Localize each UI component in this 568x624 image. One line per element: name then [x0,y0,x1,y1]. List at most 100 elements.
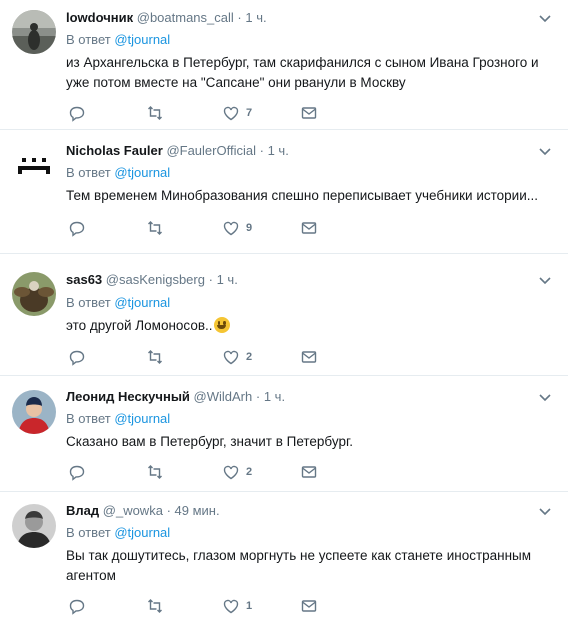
reply-to-link[interactable]: @tjournal [114,411,170,426]
timestamp[interactable]: 49 мин. [175,503,220,518]
reply-button[interactable] [68,462,86,482]
tweet[interactable]: sas63 @sasKenigsberg · 1 ч. В ответ @tjo… [0,254,568,376]
tweet-text: Сказано вам в Петербург, значит в Петерб… [66,434,354,449]
envelope-icon [301,222,317,234]
separator-dot: · [237,10,242,25]
reply-context: В ответ @tjournal [66,164,170,182]
retweet-button[interactable] [146,218,164,238]
heart-icon [223,599,239,614]
user-handle[interactable]: @FaulerOfficial [166,143,256,158]
tweet[interactable]: Леонид Нескучный @WildArh · 1 ч. В ответ… [0,376,568,492]
reply-button[interactable] [68,347,86,367]
separator-dot: · [259,143,264,158]
chevron-down-icon[interactable] [538,273,552,287]
like-button[interactable]: 2 [222,462,252,482]
user-name[interactable]: lowdочник [66,10,133,25]
grinning-face-emoji-icon [213,317,230,333]
timestamp[interactable]: 1 ч. [264,389,285,404]
avatar[interactable] [12,504,56,548]
user-handle[interactable]: @_wowka [103,503,163,518]
separator-dot: · [255,389,261,404]
reply-context: В ответ @tjournal [66,294,170,312]
retweet-icon [148,599,162,613]
like-count: 2 [246,466,253,478]
tweet-header: Nicholas Fauler @FaulerOfficial · 1 ч. [66,142,528,160]
heart-icon [223,221,239,236]
like-button[interactable]: 1 [222,596,252,616]
tweet-text: это другой Ломоносов.. [66,318,213,333]
tweet-actions: 2 [68,347,568,367]
chevron-down-icon[interactable] [538,504,552,518]
user-handle[interactable]: @sasKenigsberg [106,272,205,287]
reply-to-link[interactable]: @tjournal [114,165,170,180]
reply-prefix: В ответ [66,525,111,540]
reply-icon [69,599,85,615]
envelope-icon [301,466,317,478]
envelope-icon [301,107,317,119]
separator-dot: · [166,503,171,518]
heart-icon [223,465,239,480]
timestamp[interactable]: 1 ч. [245,10,266,25]
message-button[interactable] [300,596,318,616]
user-handle[interactable]: @boatmans_call [137,10,234,25]
envelope-icon [301,600,317,612]
reply-button[interactable] [68,103,86,123]
message-button[interactable] [300,347,318,367]
heart-icon [223,106,239,121]
reply-icon [69,221,85,237]
like-count: 2 [246,351,253,363]
tweet-text: Вы так дошутитесь, глазом моргнуть не ус… [66,548,532,583]
message-button[interactable] [300,462,318,482]
reply-context: В ответ @tjournal [66,410,170,428]
reply-button[interactable] [68,596,86,616]
reply-context: В ответ @tjournal [66,31,170,49]
reply-icon [69,465,85,481]
user-name[interactable]: sas63 [66,272,102,287]
tweet[interactable]: Влад @_wowka · 49 мин. В ответ @tjournal… [0,492,568,624]
tweet-header: sas63 @sasKenigsberg · 1 ч. [66,271,528,289]
timestamp[interactable]: 1 ч. [268,143,289,158]
tweet-header: Леонид Нескучный @WildArh · 1 ч. [66,388,528,406]
user-name[interactable]: Nicholas Fauler [66,143,163,158]
message-button[interactable] [300,218,318,238]
avatar[interactable] [12,390,56,434]
tweet[interactable]: Nicholas Fauler @FaulerOfficial · 1 ч. В… [0,130,568,254]
chevron-down-icon[interactable] [538,144,552,158]
retweet-button[interactable] [146,103,164,123]
user-handle[interactable]: @WildArh [194,389,253,404]
chevron-down-icon[interactable] [538,11,552,25]
reply-prefix: В ответ [66,165,111,180]
retweet-button[interactable] [146,347,164,367]
reply-button[interactable] [68,218,86,238]
tweet-actions: 2 [68,462,568,482]
reply-to-link[interactable]: @tjournal [114,32,170,47]
like-button[interactable]: 9 [222,218,252,238]
avatar[interactable] [12,10,56,54]
like-button[interactable]: 7 [222,103,252,123]
tweet-header: Влад @_wowka · 49 мин. [66,502,528,520]
user-name[interactable]: Влад [66,503,99,518]
separator-dot: · [208,272,213,287]
heart-icon [223,350,239,365]
retweet-button[interactable] [146,462,164,482]
tweet-text-container: это другой Ломоносов.. [66,316,546,336]
reply-to-link[interactable]: @tjournal [114,295,170,310]
tweet-text: из Архангельска в Петербург, там скарифа… [66,55,539,90]
like-count: 1 [246,600,253,612]
message-button[interactable] [300,103,318,123]
like-count: 7 [246,107,253,119]
reply-icon [69,350,85,366]
avatar[interactable] [12,144,56,188]
retweet-button[interactable] [146,596,164,616]
timestamp[interactable]: 1 ч. [217,272,238,287]
like-button[interactable]: 2 [222,347,252,367]
tweet-actions: 1 [68,596,568,616]
reply-prefix: В ответ [66,295,111,310]
tweet[interactable]: lowdочник @boatmans_call · 1 ч. В ответ … [0,0,568,130]
user-name[interactable]: Леонид Нескучный [66,389,190,404]
chevron-down-icon[interactable] [538,390,552,404]
reply-to-link[interactable]: @tjournal [114,525,170,540]
tweet-header: lowdочник @boatmans_call · 1 ч. [66,9,528,27]
avatar[interactable] [12,272,56,316]
retweet-icon [148,221,162,235]
